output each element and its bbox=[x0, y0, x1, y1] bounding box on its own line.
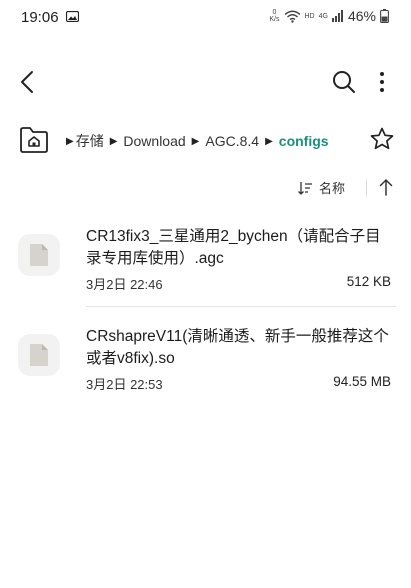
document-icon bbox=[30, 244, 48, 266]
crumb-agc[interactable]: AGC.8.4 bbox=[205, 133, 259, 149]
sort-bar: 名称 bbox=[0, 176, 411, 202]
status-time: 19:06 bbox=[21, 9, 59, 26]
file-icon bbox=[18, 234, 60, 276]
more-vertical-icon bbox=[380, 72, 384, 92]
file-size: 512 KB bbox=[346, 274, 391, 289]
crumb-arrow-icon: ▶ bbox=[191, 135, 200, 147]
file-size: 94.55 MB bbox=[333, 374, 391, 389]
status-icons: 0 K/s HD 4G 46% bbox=[269, 8, 389, 24]
battery-icon bbox=[380, 9, 389, 23]
network-speed: 0 K/s bbox=[269, 9, 280, 23]
arrow-up-icon bbox=[379, 179, 393, 196]
file-item[interactable]: CRshapreV11(清晰通透、新手一般推荐这个或者v8fix).so 3月2… bbox=[0, 322, 411, 400]
row-divider bbox=[86, 306, 396, 307]
crumb-download[interactable]: Download bbox=[123, 133, 185, 149]
gallery-notification-icon bbox=[66, 11, 79, 22]
sort-label: 名称 bbox=[319, 181, 346, 196]
sort-direction-button[interactable] bbox=[377, 177, 395, 197]
network-type: 4G bbox=[318, 12, 328, 20]
folder-home-icon bbox=[20, 127, 48, 153]
crumb-storage[interactable]: 存储 bbox=[76, 131, 104, 151]
file-date: 3月2日 22:53 bbox=[86, 377, 163, 392]
crumb-arrow-icon: ▶ bbox=[265, 135, 273, 147]
signal-icon bbox=[331, 10, 343, 22]
search-icon bbox=[333, 71, 355, 93]
hd-badge: HD bbox=[304, 12, 315, 20]
crumb-arrow-icon: ▶ bbox=[109, 135, 118, 147]
sort-by-button[interactable]: 名称 bbox=[297, 178, 345, 197]
more-options-button[interactable] bbox=[368, 66, 396, 98]
battery-percent: 46% bbox=[347, 8, 376, 24]
crumb-arrow-icon: ▶ bbox=[66, 135, 74, 147]
file-name: CRshapreV11(清晰通透、新手一般推荐这个或者v8fix).so bbox=[86, 328, 389, 367]
back-button[interactable] bbox=[12, 66, 44, 98]
file-name: CR13fix3_三星通用2_bychen（请配合子目录专用库使用）.agc bbox=[86, 228, 381, 267]
wifi-icon bbox=[284, 10, 300, 23]
document-icon bbox=[30, 344, 48, 366]
sort-icon bbox=[298, 181, 312, 195]
sort-divider bbox=[366, 180, 367, 196]
storage-home-button[interactable] bbox=[18, 125, 50, 155]
file-item[interactable]: CR13fix3_三星通用2_bychen（请配合子目录专用库使用）.agc 3… bbox=[0, 222, 411, 300]
status-bar: 19:06 0 K/s HD 4G 46% bbox=[0, 0, 411, 34]
file-icon bbox=[18, 334, 60, 376]
favorite-button[interactable] bbox=[369, 126, 395, 152]
breadcrumb-path: ▶ 存储 ▶ Download ▶ AGC.8.4 ▶ configs bbox=[66, 131, 329, 151]
star-icon bbox=[370, 127, 394, 150]
breadcrumb: ▶ 存储 ▶ Download ▶ AGC.8.4 ▶ configs bbox=[0, 122, 411, 158]
file-date: 3月2日 22:46 bbox=[86, 277, 163, 292]
crumb-current-folder[interactable]: configs bbox=[279, 133, 329, 149]
back-arrow-icon bbox=[21, 71, 33, 93]
top-app-bar bbox=[0, 58, 411, 106]
search-button[interactable] bbox=[328, 66, 360, 98]
